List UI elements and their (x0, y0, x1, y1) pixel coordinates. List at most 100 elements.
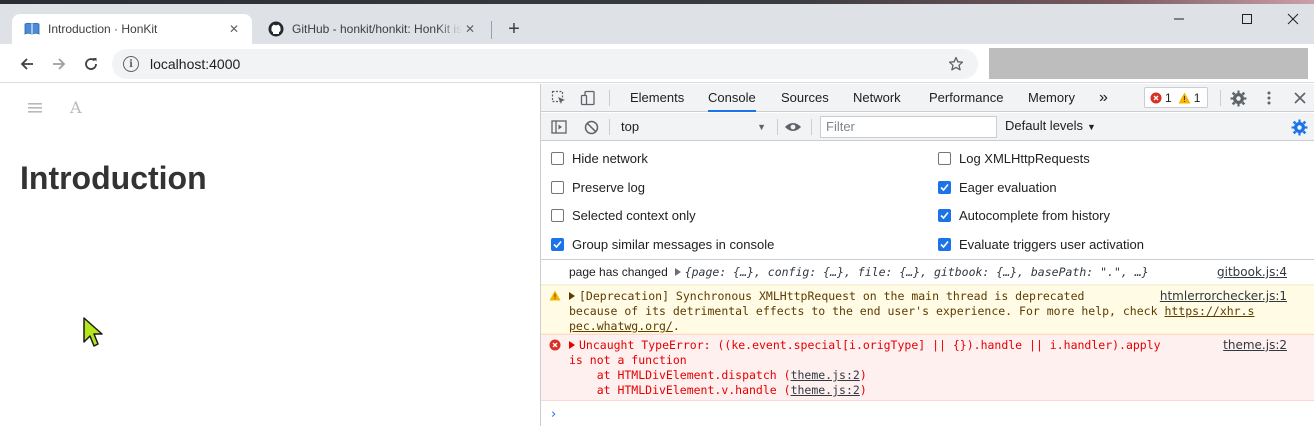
tab-title: Introduction · HonKit (48, 22, 158, 36)
clear-console-icon[interactable] (581, 117, 601, 137)
toggle-sidebar-icon[interactable] (28, 102, 44, 114)
more-options-icon[interactable] (1259, 88, 1279, 108)
bookmark-star-icon[interactable] (946, 56, 966, 72)
warning-icon (549, 290, 561, 304)
close-tab-icon[interactable]: ✕ (226, 21, 242, 37)
close-tab-icon[interactable]: ✕ (462, 21, 478, 37)
context-value: top (621, 119, 640, 134)
close-devtools-icon[interactable] (1290, 88, 1310, 108)
preserve-log-checkbox[interactable]: Preserve log (551, 177, 645, 197)
device-toolbar-icon[interactable] (578, 88, 598, 108)
stack-frame-1-link[interactable]: theme.js:2 (791, 368, 860, 382)
error-source-link[interactable]: theme.js:2 (1223, 338, 1287, 353)
console-warning-message: [Deprecation] Synchronous XMLHttpRequest… (541, 285, 1314, 334)
checkbox-box[interactable] (938, 151, 951, 165)
warning-line-1: [Deprecation] Synchronous XMLHttpRequest… (579, 289, 1085, 303)
browser-toolbar: i localhost:4000 (0, 44, 1314, 83)
warning-help-link[interactable]: https://xhr.s (1164, 304, 1254, 318)
console-settings-gear-icon[interactable] (1289, 117, 1309, 137)
address-bar[interactable]: i localhost:4000 (112, 49, 978, 79)
inspect-element-icon[interactable] (549, 88, 569, 108)
checkbox-box[interactable] (551, 208, 564, 222)
stack-frame-close: ) (859, 368, 867, 382)
expand-triangle-icon[interactable] (569, 292, 575, 300)
page-title: Introduction (20, 160, 207, 196)
new-tab-button[interactable]: + (503, 18, 525, 40)
tab-memory[interactable]: Memory (1028, 84, 1075, 112)
checkbox-label: Group similar messages in console (572, 236, 775, 252)
toolbar-divider (609, 90, 610, 106)
checkbox-box-checked[interactable] (938, 208, 951, 222)
tab-honkit-introduction[interactable]: Introduction · HonKit ✕ (12, 14, 252, 44)
checkbox-box[interactable] (551, 151, 564, 165)
tab-network[interactable]: Network (853, 84, 901, 112)
checkbox-label: Selected context only (572, 207, 696, 223)
warning-icon (1178, 92, 1191, 104)
tab-sources[interactable]: Sources (781, 84, 829, 112)
devtools-panel: Elements Console Sources Network Perform… (540, 84, 1314, 426)
tab-console[interactable]: Console (708, 84, 756, 112)
stack-frame-2: at HTMLDivElement.v.handle ( (569, 383, 791, 397)
minimize-icon[interactable] (1156, 6, 1202, 32)
reload-icon (85, 58, 97, 70)
expand-triangle-icon[interactable] (569, 341, 575, 349)
stack-frame-close: ) (859, 383, 867, 397)
toolbar-divider (1220, 90, 1221, 106)
warning-line-2: because of its detrimental effects to th… (569, 304, 1165, 318)
checkbox-box-checked[interactable] (938, 180, 951, 194)
maximize-icon[interactable] (1224, 6, 1270, 32)
log-levels-dropdown[interactable]: Default levels ▼ (1005, 118, 1096, 133)
address-url[interactable]: localhost:4000 (150, 56, 946, 72)
console-settings-panel: Hide network Preserve log Selected conte… (541, 142, 1314, 260)
error-icon (1150, 92, 1162, 104)
checkbox-label: Log XMLHttpRequests (959, 150, 1090, 166)
evaluate-triggers-user-activation-checkbox[interactable]: Evaluate triggers user activation (938, 234, 1144, 254)
back-arrow-icon (20, 58, 33, 70)
tab-elements[interactable]: Elements (630, 84, 684, 112)
back-button[interactable] (14, 51, 40, 77)
tab-github-honkit[interactable]: GitHub - honkit/honkit: HonKit is a mode… (256, 14, 488, 44)
forward-arrow-icon (53, 58, 66, 70)
autocomplete-from-history-checkbox[interactable]: Autocomplete from history (938, 205, 1110, 225)
log-source-link[interactable]: gitbook.js:4 (1217, 265, 1287, 280)
console-error-message: Uncaught TypeError: ((ke.event.special[i… (541, 334, 1314, 401)
desktop-background-edge (0, 0, 1314, 4)
close-window-icon[interactable] (1270, 6, 1314, 32)
checkbox-box-checked[interactable] (551, 237, 564, 251)
warning-source-link[interactable]: htmlerrorchecker.js:1 (1160, 289, 1287, 304)
settings-gear-icon[interactable] (1228, 88, 1248, 108)
checkbox-box[interactable] (551, 180, 564, 194)
live-expression-eye-icon[interactable] (783, 117, 803, 137)
expand-triangle-icon[interactable] (674, 268, 681, 276)
mouse-cursor-icon (82, 316, 104, 351)
tab-separator (491, 21, 492, 39)
log-xmlhttprequests-checkbox[interactable]: Log XMLHttpRequests (938, 148, 1090, 168)
error-line-2: is not a function (569, 353, 687, 367)
forward-button[interactable] (46, 51, 72, 77)
checkbox-box-checked[interactable] (938, 237, 951, 251)
eager-evaluation-checkbox[interactable]: Eager evaluation (938, 177, 1057, 197)
tab-strip: Introduction · HonKit ✕ GitHub - honkit/… (0, 0, 1314, 44)
selected-context-only-checkbox[interactable]: Selected context only (551, 205, 696, 225)
group-similar-messages-checkbox[interactable]: Group similar messages in console (551, 234, 774, 254)
console-filter-input[interactable]: Filter (820, 116, 997, 138)
hide-network-checkbox[interactable]: Hide network (551, 148, 648, 168)
show-sidebar-icon[interactable] (549, 117, 569, 137)
checkbox-label: Eager evaluation (959, 179, 1057, 195)
more-tabs-button[interactable]: » (1099, 84, 1108, 112)
reload-button[interactable] (78, 51, 104, 77)
console-prompt-icon[interactable]: › (551, 407, 556, 422)
site-info-icon[interactable]: i (123, 56, 139, 72)
warning-help-link-cont[interactable]: pec.whatwg.org/ (569, 319, 673, 333)
issues-counter[interactable]: 1 1 (1144, 87, 1208, 108)
font-settings-icon[interactable]: A (70, 98, 82, 117)
devtools-tab-bar: Elements Console Sources Network Perform… (541, 84, 1314, 112)
log-levels-label: Default levels (1005, 118, 1084, 133)
stack-frame-2-link[interactable]: theme.js:2 (791, 383, 860, 397)
log-object-preview[interactable]: {page: {…}, config: {…}, file: {…}, gitb… (685, 265, 1149, 279)
console-filter-bar: top ▼ Filter Default levels ▼ (541, 113, 1314, 141)
toolbar-divider (811, 119, 812, 135)
javascript-context-select[interactable]: top ▼ (621, 117, 766, 137)
tab-performance[interactable]: Performance (929, 84, 1003, 112)
tab-title: GitHub - honkit/honkit: HonKit is a mode… (292, 22, 462, 36)
